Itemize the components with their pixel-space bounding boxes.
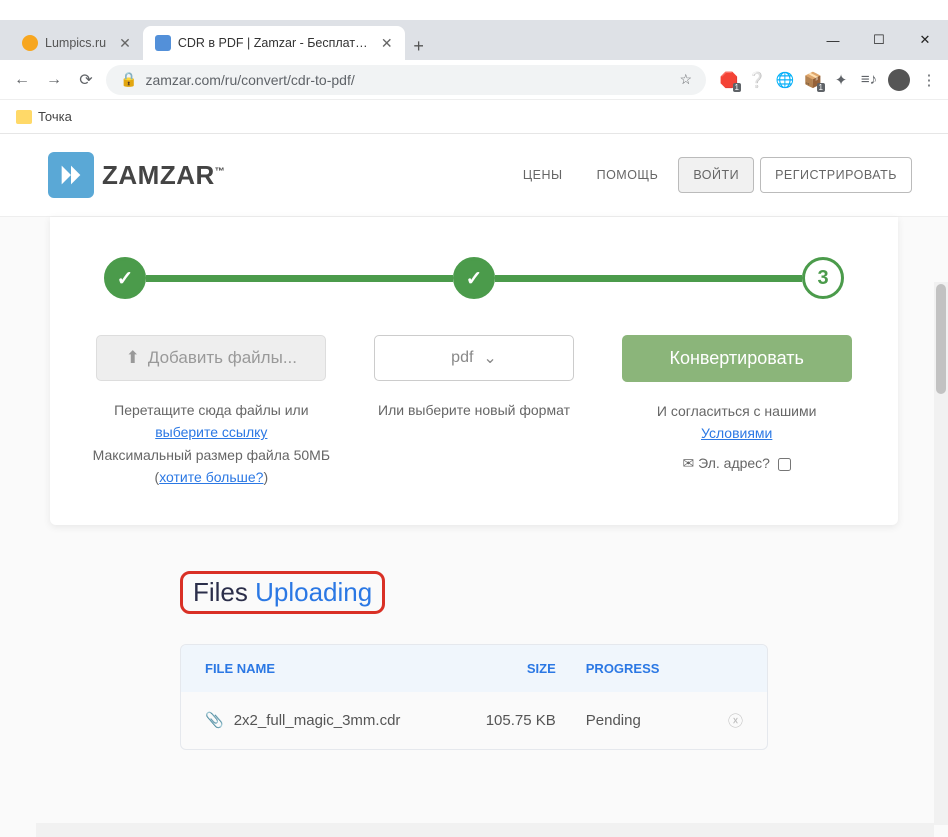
col-header-size: SIZE	[471, 661, 556, 676]
convert-button[interactable]: Конвертировать	[622, 335, 852, 382]
nav-pricing[interactable]: ЦЕНЫ	[509, 158, 577, 192]
minimize-button[interactable]: —	[810, 20, 856, 60]
extensions-menu-icon[interactable]: ✦	[832, 71, 850, 89]
col-header-progress: PROGRESS	[556, 661, 707, 676]
stepper: ✓ ✓ 3	[80, 257, 868, 299]
favicon-zamzar	[155, 35, 171, 51]
close-window-button[interactable]: ✕	[902, 20, 948, 60]
extension-playlist-icon[interactable]: ≡♪	[860, 71, 878, 89]
step-3: 3	[802, 257, 844, 299]
bookmarks-bar: Точка	[0, 100, 948, 134]
logo-text: ZAMZAR™	[102, 160, 225, 191]
agree-hint: И согласиться с нашими	[657, 403, 817, 419]
format-select[interactable]: pdf ⌄	[374, 335, 574, 381]
files-table: FILE NAME SIZE PROGRESS 📎 2x2_full_magic…	[180, 644, 768, 750]
bookmark-item[interactable]: Точка	[38, 109, 72, 124]
extension-block-icon[interactable]: 📦1	[804, 71, 822, 89]
file-size: 105.75 KB	[471, 712, 556, 729]
email-checkbox[interactable]	[778, 458, 791, 471]
lock-icon: 🔒	[120, 71, 137, 88]
choose-link[interactable]: выберите ссылку	[155, 424, 267, 440]
tab-title: CDR в PDF | Zamzar - Бесплатна	[178, 36, 368, 50]
tab-lumpics[interactable]: Lumpics.ru ✕	[10, 26, 143, 60]
maximize-button[interactable]: ☐	[856, 20, 902, 60]
size-hint: Максимальный размер файла 50МБ (хотите б…	[93, 447, 330, 485]
format-hint: Или выберите новый формат	[353, 399, 596, 421]
chevron-down-icon: ⌄	[483, 348, 496, 368]
upload-icon: ⬆	[126, 348, 140, 368]
step-1-done: ✓	[104, 257, 146, 299]
email-label: Эл. адрес?	[698, 455, 770, 471]
address-bar: ← → ⟳ 🔒 zamzar.com/ru/convert/cdr-to-pdf…	[0, 60, 948, 100]
extension-help-icon[interactable]: ❔	[748, 71, 766, 89]
tab-title: Lumpics.ru	[45, 36, 106, 50]
logo-icon	[48, 152, 94, 198]
step-2-done: ✓	[453, 257, 495, 299]
file-name: 2x2_full_magic_3mm.cdr	[234, 712, 401, 729]
vertical-scrollbar[interactable]	[934, 282, 948, 825]
files-uploading-heading: Files Uploading	[180, 571, 385, 614]
extension-globe-icon[interactable]: 🌐	[776, 71, 794, 89]
login-button[interactable]: ВОЙТИ	[678, 157, 754, 193]
converter-card: ✓ ✓ 3 ⬆ Добавить файлы... Перетащите сюд…	[50, 217, 898, 525]
table-row: 📎 2x2_full_magic_3mm.cdr 105.75 KB Pendi…	[181, 692, 767, 749]
add-files-label: Добавить файлы...	[148, 348, 297, 368]
bookmark-star-icon[interactable]: ☆	[679, 71, 692, 88]
tab-strip: Lumpics.ru ✕ CDR в PDF | Zamzar - Беспла…	[0, 20, 948, 60]
want-more-link[interactable]: хотите больше?	[159, 469, 263, 485]
favicon-lumpics	[22, 35, 38, 51]
url-text: zamzar.com/ru/convert/cdr-to-pdf/	[145, 72, 354, 88]
close-icon[interactable]: ✕	[119, 35, 131, 52]
new-tab-button[interactable]: +	[405, 32, 433, 60]
horizontal-scrollbar[interactable]	[36, 823, 934, 837]
reload-button[interactable]: ⟳	[74, 68, 98, 92]
envelope-icon: ✉	[682, 455, 694, 471]
add-files-button[interactable]: ⬆ Добавить файлы...	[96, 335, 326, 381]
logo[interactable]: ZAMZAR™	[48, 152, 225, 198]
format-value: pdf	[451, 349, 473, 367]
url-field[interactable]: 🔒 zamzar.com/ru/convert/cdr-to-pdf/ ☆	[106, 65, 706, 95]
drag-hint: Перетащите сюда файлы или	[114, 402, 308, 418]
nav-help[interactable]: ПОМОЩЬ	[583, 158, 673, 192]
folder-icon	[16, 110, 32, 124]
file-progress: Pending	[556, 712, 707, 729]
profile-avatar[interactable]	[888, 69, 910, 91]
close-icon[interactable]: ✕	[381, 35, 393, 52]
chrome-menu-icon[interactable]: ⋮	[920, 71, 938, 89]
back-button[interactable]: ←	[10, 68, 34, 92]
paperclip-icon: 📎	[205, 711, 224, 729]
adblock-icon[interactable]: 🛑1	[720, 71, 738, 89]
col-header-filename: FILE NAME	[205, 661, 471, 676]
tab-zamzar[interactable]: CDR в PDF | Zamzar - Бесплатна ✕	[143, 26, 405, 60]
terms-link[interactable]: Условиями	[701, 425, 772, 441]
site-header: ZAMZAR™ ЦЕНЫ ПОМОЩЬ ВОЙТИ РЕГИСТРИРОВАТЬ	[0, 134, 948, 217]
remove-file-button[interactable]: ⓧ	[707, 710, 743, 731]
forward-button[interactable]: →	[42, 68, 66, 92]
register-button[interactable]: РЕГИСТРИРОВАТЬ	[760, 157, 912, 193]
